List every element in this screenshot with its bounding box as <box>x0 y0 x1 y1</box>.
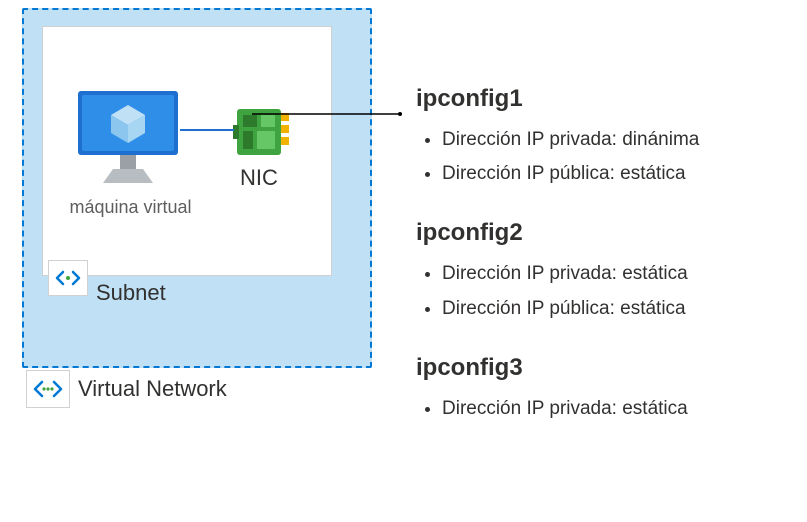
list-item: Dirección IP privada: estática <box>442 392 804 426</box>
virtual-network-label: Virtual Network <box>78 376 227 402</box>
ipconfig1-block: ipconfig1 Dirección IP privada: dinánima… <box>414 85 804 191</box>
nic-label: NIC <box>240 165 278 191</box>
vm-nic-line <box>180 129 234 131</box>
ipconfig2-block: ipconfig2 Dirección IP privada: estática… <box>414 219 804 325</box>
subnet-label: Subnet <box>96 280 166 306</box>
ipconfig3-title: ipconfig3 <box>416 354 804 382</box>
vm-icon <box>73 87 183 187</box>
list-item: Dirección IP privada: estática <box>442 257 804 291</box>
ipconfig1-list: Dirección IP privada: dinánima Dirección… <box>420 123 804 191</box>
ipconfig3-list: Dirección IP privada: estática <box>420 392 804 426</box>
connector-line <box>252 103 402 105</box>
ipconfig2-title: ipconfig2 <box>416 219 804 247</box>
ipconfig1-title: ipconfig1 <box>416 85 804 113</box>
subnet-badge-icon <box>48 260 88 296</box>
ipconfig-column: ipconfig1 Dirección IP privada: dinánima… <box>414 85 804 426</box>
subnet-box: máquina virtual NIC <box>42 26 332 276</box>
list-item: Dirección IP pública: estática <box>442 157 804 191</box>
ipconfig3-block: ipconfig3 Dirección IP privada: estática <box>414 354 804 426</box>
list-item: Dirección IP privada: dinánima <box>442 123 804 157</box>
vm-label: máquina virtual <box>43 197 218 218</box>
ipconfig2-list: Dirección IP privada: estática Dirección… <box>420 257 804 325</box>
vnet-badge-icon <box>26 370 70 408</box>
list-item: Dirección IP pública: estática <box>442 292 804 326</box>
